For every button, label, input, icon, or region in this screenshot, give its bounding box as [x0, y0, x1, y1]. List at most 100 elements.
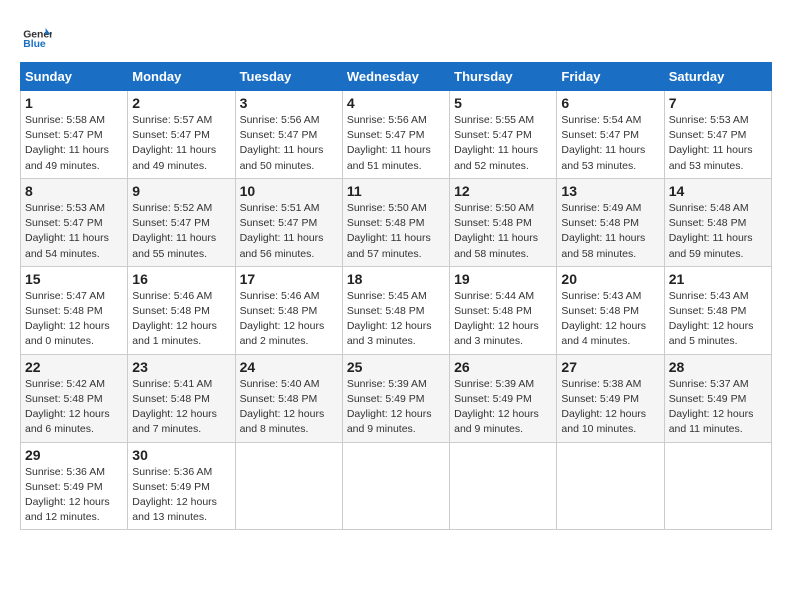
day-cell-27: 27 Sunrise: 5:38 AM Sunset: 5:49 PM Dayl…	[557, 354, 664, 442]
day-detail: Sunrise: 5:55 AM Sunset: 5:47 PM Dayligh…	[454, 113, 552, 174]
day-cell-20: 20 Sunrise: 5:43 AM Sunset: 5:48 PM Dayl…	[557, 266, 664, 354]
header-monday: Monday	[128, 63, 235, 91]
day-detail: Sunrise: 5:36 AM Sunset: 5:49 PM Dayligh…	[132, 465, 230, 526]
header-saturday: Saturday	[664, 63, 771, 91]
day-cell-1: 1 Sunrise: 5:58 AM Sunset: 5:47 PM Dayli…	[21, 91, 128, 179]
day-number: 4	[347, 95, 445, 111]
day-cell-28: 28 Sunrise: 5:37 AM Sunset: 5:49 PM Dayl…	[664, 354, 771, 442]
calendar-week-3: 15 Sunrise: 5:47 AM Sunset: 5:48 PM Dayl…	[21, 266, 772, 354]
day-cell-26: 26 Sunrise: 5:39 AM Sunset: 5:49 PM Dayl…	[450, 354, 557, 442]
day-detail: Sunrise: 5:53 AM Sunset: 5:47 PM Dayligh…	[25, 201, 123, 262]
day-cell-16: 16 Sunrise: 5:46 AM Sunset: 5:48 PM Dayl…	[128, 266, 235, 354]
day-cell-6: 6 Sunrise: 5:54 AM Sunset: 5:47 PM Dayli…	[557, 91, 664, 179]
day-detail: Sunrise: 5:57 AM Sunset: 5:47 PM Dayligh…	[132, 113, 230, 174]
day-number: 9	[132, 183, 230, 199]
day-number: 1	[25, 95, 123, 111]
day-number: 24	[240, 359, 338, 375]
day-detail: Sunrise: 5:50 AM Sunset: 5:48 PM Dayligh…	[347, 201, 445, 262]
calendar-week-1: 1 Sunrise: 5:58 AM Sunset: 5:47 PM Dayli…	[21, 91, 772, 179]
day-detail: Sunrise: 5:51 AM Sunset: 5:47 PM Dayligh…	[240, 201, 338, 262]
day-number: 8	[25, 183, 123, 199]
day-cell-30: 30 Sunrise: 5:36 AM Sunset: 5:49 PM Dayl…	[128, 442, 235, 530]
day-cell-24: 24 Sunrise: 5:40 AM Sunset: 5:48 PM Dayl…	[235, 354, 342, 442]
day-number: 16	[132, 271, 230, 287]
day-detail: Sunrise: 5:36 AM Sunset: 5:49 PM Dayligh…	[25, 465, 123, 526]
day-cell-12: 12 Sunrise: 5:50 AM Sunset: 5:48 PM Dayl…	[450, 178, 557, 266]
day-number: 5	[454, 95, 552, 111]
day-detail: Sunrise: 5:42 AM Sunset: 5:48 PM Dayligh…	[25, 377, 123, 438]
header-sunday: Sunday	[21, 63, 128, 91]
calendar-week-5: 29 Sunrise: 5:36 AM Sunset: 5:49 PM Dayl…	[21, 442, 772, 530]
day-cell-18: 18 Sunrise: 5:45 AM Sunset: 5:48 PM Dayl…	[342, 266, 449, 354]
day-number: 21	[669, 271, 767, 287]
day-cell-29: 29 Sunrise: 5:36 AM Sunset: 5:49 PM Dayl…	[21, 442, 128, 530]
empty-cell	[342, 442, 449, 530]
day-detail: Sunrise: 5:38 AM Sunset: 5:49 PM Dayligh…	[561, 377, 659, 438]
day-cell-2: 2 Sunrise: 5:57 AM Sunset: 5:47 PM Dayli…	[128, 91, 235, 179]
empty-cell	[235, 442, 342, 530]
day-detail: Sunrise: 5:56 AM Sunset: 5:47 PM Dayligh…	[347, 113, 445, 174]
day-detail: Sunrise: 5:53 AM Sunset: 5:47 PM Dayligh…	[669, 113, 767, 174]
day-number: 13	[561, 183, 659, 199]
header-tuesday: Tuesday	[235, 63, 342, 91]
header-thursday: Thursday	[450, 63, 557, 91]
day-cell-17: 17 Sunrise: 5:46 AM Sunset: 5:48 PM Dayl…	[235, 266, 342, 354]
day-detail: Sunrise: 5:54 AM Sunset: 5:47 PM Dayligh…	[561, 113, 659, 174]
day-number: 19	[454, 271, 552, 287]
day-cell-4: 4 Sunrise: 5:56 AM Sunset: 5:47 PM Dayli…	[342, 91, 449, 179]
day-number: 23	[132, 359, 230, 375]
day-number: 25	[347, 359, 445, 375]
day-detail: Sunrise: 5:37 AM Sunset: 5:49 PM Dayligh…	[669, 377, 767, 438]
calendar-week-2: 8 Sunrise: 5:53 AM Sunset: 5:47 PM Dayli…	[21, 178, 772, 266]
day-detail: Sunrise: 5:46 AM Sunset: 5:48 PM Dayligh…	[132, 289, 230, 350]
day-detail: Sunrise: 5:49 AM Sunset: 5:48 PM Dayligh…	[561, 201, 659, 262]
day-number: 20	[561, 271, 659, 287]
day-number: 28	[669, 359, 767, 375]
svg-text:Blue: Blue	[23, 39, 46, 50]
day-detail: Sunrise: 5:39 AM Sunset: 5:49 PM Dayligh…	[454, 377, 552, 438]
header-wednesday: Wednesday	[342, 63, 449, 91]
day-cell-9: 9 Sunrise: 5:52 AM Sunset: 5:47 PM Dayli…	[128, 178, 235, 266]
day-detail: Sunrise: 5:46 AM Sunset: 5:48 PM Dayligh…	[240, 289, 338, 350]
day-detail: Sunrise: 5:45 AM Sunset: 5:48 PM Dayligh…	[347, 289, 445, 350]
day-cell-25: 25 Sunrise: 5:39 AM Sunset: 5:49 PM Dayl…	[342, 354, 449, 442]
empty-cell	[557, 442, 664, 530]
calendar-table: SundayMondayTuesdayWednesdayThursdayFrid…	[20, 62, 772, 530]
day-detail: Sunrise: 5:43 AM Sunset: 5:48 PM Dayligh…	[669, 289, 767, 350]
day-detail: Sunrise: 5:58 AM Sunset: 5:47 PM Dayligh…	[25, 113, 123, 174]
day-cell-14: 14 Sunrise: 5:48 AM Sunset: 5:48 PM Dayl…	[664, 178, 771, 266]
day-detail: Sunrise: 5:48 AM Sunset: 5:48 PM Dayligh…	[669, 201, 767, 262]
day-cell-5: 5 Sunrise: 5:55 AM Sunset: 5:47 PM Dayli…	[450, 91, 557, 179]
day-number: 2	[132, 95, 230, 111]
day-number: 22	[25, 359, 123, 375]
page-header: General Blue	[20, 20, 772, 52]
day-number: 11	[347, 183, 445, 199]
day-cell-8: 8 Sunrise: 5:53 AM Sunset: 5:47 PM Dayli…	[21, 178, 128, 266]
day-number: 7	[669, 95, 767, 111]
day-number: 26	[454, 359, 552, 375]
logo: General Blue	[20, 20, 56, 52]
day-number: 6	[561, 95, 659, 111]
day-cell-23: 23 Sunrise: 5:41 AM Sunset: 5:48 PM Dayl…	[128, 354, 235, 442]
empty-cell	[450, 442, 557, 530]
day-number: 27	[561, 359, 659, 375]
day-number: 30	[132, 447, 230, 463]
header-friday: Friday	[557, 63, 664, 91]
day-cell-3: 3 Sunrise: 5:56 AM Sunset: 5:47 PM Dayli…	[235, 91, 342, 179]
day-number: 14	[669, 183, 767, 199]
day-number: 17	[240, 271, 338, 287]
empty-cell	[664, 442, 771, 530]
day-detail: Sunrise: 5:41 AM Sunset: 5:48 PM Dayligh…	[132, 377, 230, 438]
day-cell-7: 7 Sunrise: 5:53 AM Sunset: 5:47 PM Dayli…	[664, 91, 771, 179]
day-detail: Sunrise: 5:47 AM Sunset: 5:48 PM Dayligh…	[25, 289, 123, 350]
day-number: 12	[454, 183, 552, 199]
day-detail: Sunrise: 5:39 AM Sunset: 5:49 PM Dayligh…	[347, 377, 445, 438]
calendar-header-row: SundayMondayTuesdayWednesdayThursdayFrid…	[21, 63, 772, 91]
day-detail: Sunrise: 5:40 AM Sunset: 5:48 PM Dayligh…	[240, 377, 338, 438]
day-number: 18	[347, 271, 445, 287]
day-cell-10: 10 Sunrise: 5:51 AM Sunset: 5:47 PM Dayl…	[235, 178, 342, 266]
day-number: 10	[240, 183, 338, 199]
day-detail: Sunrise: 5:56 AM Sunset: 5:47 PM Dayligh…	[240, 113, 338, 174]
calendar-week-4: 22 Sunrise: 5:42 AM Sunset: 5:48 PM Dayl…	[21, 354, 772, 442]
day-cell-21: 21 Sunrise: 5:43 AM Sunset: 5:48 PM Dayl…	[664, 266, 771, 354]
